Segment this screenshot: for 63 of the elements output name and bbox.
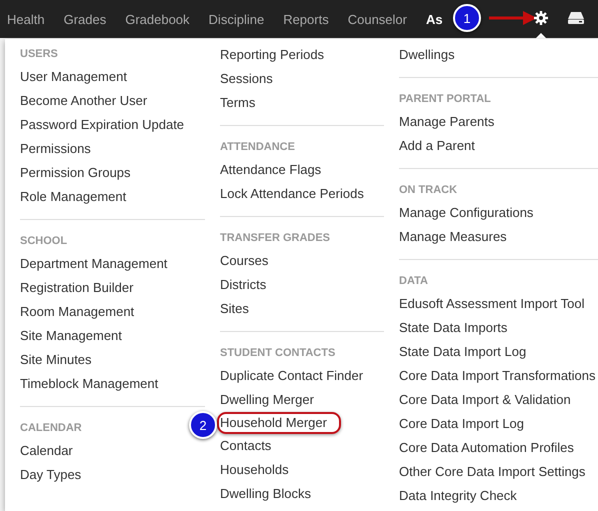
nav-tab[interactable]: Counselor [348,12,407,26]
nav-tab[interactable]: Discipline [208,12,264,26]
menu-item[interactable]: Lock Attendance Periods [220,182,364,206]
menu-item[interactable]: Reporting Periods [220,43,324,67]
menu-item[interactable]: Sites [220,297,249,321]
menu-item[interactable]: Add a Parent [399,134,475,158]
nav-tab[interactable]: As [426,12,443,26]
section-header: STUDENT CONTACTS [220,346,336,361]
section-header: TRANSFER GRADES [220,231,330,246]
settings-icon[interactable] [534,11,548,25]
menu-item[interactable]: Data Integrity Check [399,484,517,508]
drive-icon[interactable] [568,12,584,24]
menu-item[interactable]: User Management [20,65,127,89]
menu-item[interactable]: Permission Groups [20,161,131,185]
menu-item[interactable]: Terms [220,91,256,115]
section-header: DATA [399,274,428,289]
menu-item[interactable]: Courses [220,249,268,273]
menu-item[interactable]: Edusoft Assessment Import Tool [399,292,584,316]
menu-item[interactable]: Timeblock Management [20,372,158,396]
menu-item[interactable]: Core Data Automation Profiles [399,436,574,460]
step-badge: 2 [189,411,217,439]
section-header: CALENDAR [20,421,82,436]
menu-item[interactable]: Manage Measures [399,225,507,249]
menu-item[interactable]: State Data Imports [399,316,508,340]
menu-item[interactable]: Become Another User [20,89,148,113]
menu-item[interactable]: Registration Builder [20,276,134,300]
menu-item[interactable]: Households [220,458,289,482]
menu-item[interactable]: Room Management [20,300,134,324]
menu-item[interactable]: Role Management [20,185,126,209]
menu-item[interactable]: Dwellings [399,43,455,67]
menu-item[interactable]: Districts [220,273,266,297]
section-header: USERS [20,47,58,62]
menu-item[interactable]: Calendar [20,439,73,463]
menu-item[interactable]: Core Data Import & Validation [399,388,571,412]
menu-item[interactable]: Password Expiration Update [20,113,184,137]
menu-item[interactable]: Core Data Import Log [399,412,524,436]
nav-tab[interactable]: Grades [64,12,106,26]
menu-item[interactable]: Manage Parents [399,110,494,134]
menu-item[interactable]: Duplicate Contact Finder [220,364,364,388]
menu-item[interactable]: Sessions [220,67,273,91]
menu-item[interactable]: Dwelling Merger [220,388,314,412]
menu-item[interactable]: Permissions [20,137,91,161]
arrow-icon [489,10,537,26]
nav-tab[interactable]: Reports [283,12,329,26]
menu-item[interactable]: Household Merger [217,412,341,434]
menu-item[interactable]: Other Core Data Import Settings [399,460,586,484]
menu-item[interactable]: Core Data Import Transformations [399,364,596,388]
menu-item[interactable]: Contacts [220,434,272,458]
menu-item[interactable]: Site Management [20,324,122,348]
nav-tab[interactable]: Gradebook [125,12,190,26]
section-header: SCHOOL [20,234,68,249]
menu-item[interactable]: Site Minutes [20,348,92,372]
menu-item[interactable]: State Data Import Log [399,340,526,364]
menu-item[interactable]: Department Management [20,252,168,276]
menu-item[interactable]: Manage Configurations [399,201,534,225]
nav-tab[interactable]: Health [7,12,45,26]
menu-item[interactable]: Day Types [20,463,82,487]
section-header: ATTENDANCE [220,140,295,155]
section-header: ON TRACK [399,183,458,198]
step-badge: 1 [453,4,481,32]
menu-item[interactable]: Attendance Flags [220,158,322,182]
section-header: PARENT PORTAL [399,92,491,107]
menu-item[interactable]: Dwelling Blocks [220,482,312,506]
